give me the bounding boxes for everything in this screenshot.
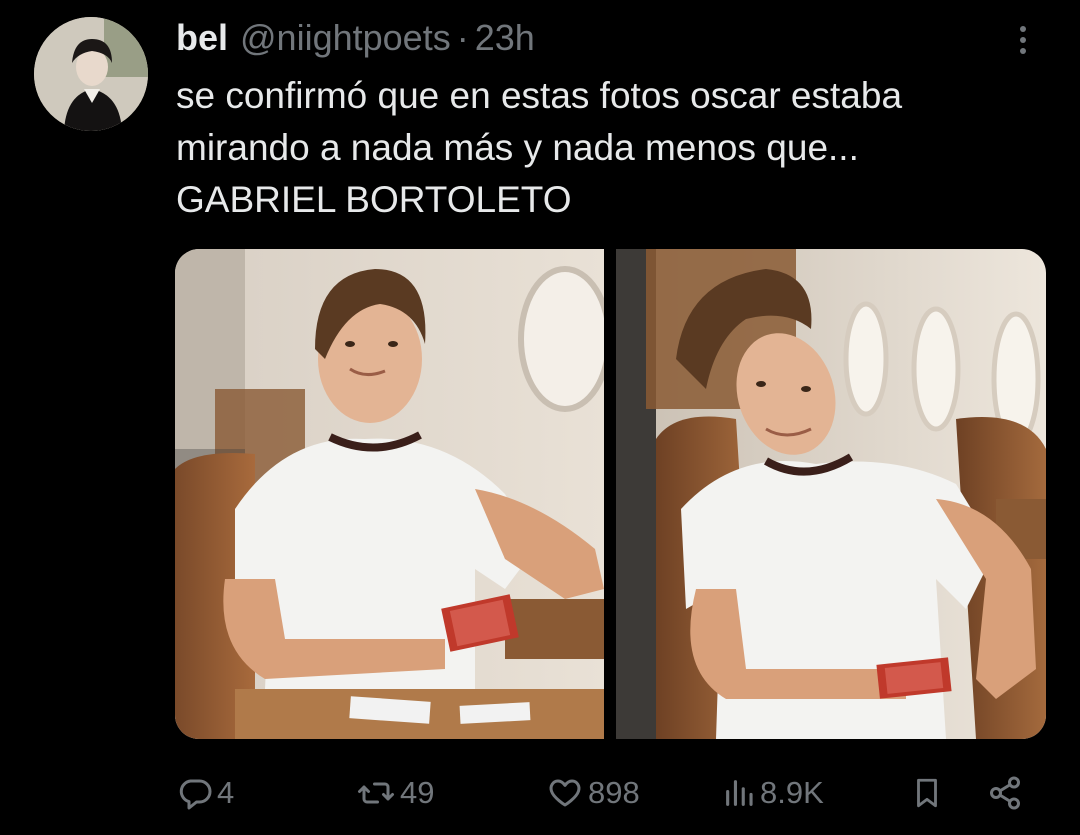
tweet-timestamp[interactable]: 23h [475,14,535,62]
like-button[interactable]: 898 [546,765,640,821]
tweet-text-line: GABRIEL BORTOLETO [176,179,572,220]
reply-count: 4 [217,775,235,810]
repost-arrows-icon [358,782,394,804]
like-count: 898 [588,775,640,810]
more-vertical-icon [1020,26,1026,32]
tweet-action-bar: 4 49 898 8.9K [0,765,1080,821]
tweet-text-line: mirando a nada más y nada menos que... [176,127,859,168]
author-display-name[interactable]: bel [176,14,228,62]
bookmark-button[interactable] [910,765,944,821]
views-button[interactable]: 8.9K [722,765,824,821]
header-separator: · [456,17,469,58]
tweet-header: bel @niightpoets · 23h [176,14,535,62]
repost-count: 49 [400,775,435,810]
views-count: 8.9K [760,775,824,810]
share-nodes-icon [990,776,1020,810]
more-vertical-icon-dot [1020,37,1026,43]
author-handle[interactable]: @niightpoets [240,14,451,62]
heart-icon [549,779,581,807]
repost-button[interactable]: 49 [356,765,434,821]
reply-button[interactable]: 4 [177,765,234,821]
tweet-photo-2[interactable] [616,249,1046,739]
bookmark-icon [917,778,937,808]
author-avatar[interactable] [34,17,148,131]
tweet-media-grid [175,249,1046,739]
share-button[interactable] [985,765,1025,821]
photo-jet-cabin-1 [175,249,604,739]
tweet-text: se confirmó que en estas fotos oscar est… [176,70,1056,226]
more-vertical-icon-dot [1020,48,1026,54]
more-options-button[interactable] [1008,20,1038,60]
tweet-text-line: se confirmó que en estas fotos oscar est… [176,75,903,116]
photo-jet-cabin-2 [616,249,1046,739]
avatar-image [34,17,148,131]
reply-bubble-icon [179,779,212,810]
views-bar-chart-icon [726,780,753,806]
tweet-photo-1[interactable] [175,249,604,739]
